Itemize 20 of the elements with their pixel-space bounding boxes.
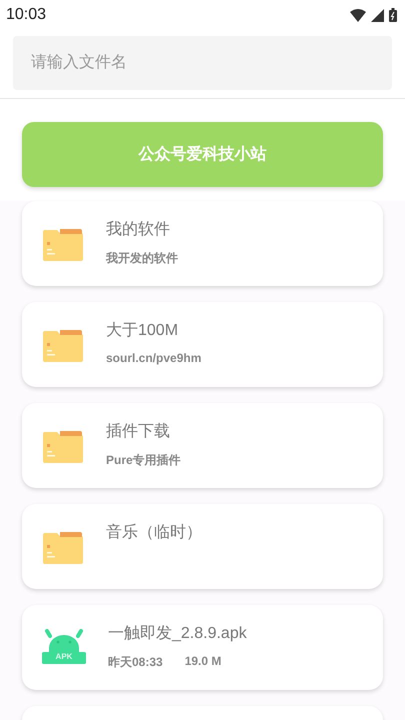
file-subtitle: 我开发的软件 [106, 250, 178, 267]
file-card[interactable]: 我的软件 我开发的软件 [22, 201, 383, 286]
signal-icon [371, 8, 384, 22]
file-card[interactable]: 大于100M sourl.cn/pve9hm [22, 302, 383, 387]
wifi-icon [350, 8, 366, 22]
file-card[interactable]: 插件下载 Pure专用插件 [22, 403, 383, 488]
file-size: 19.0 M [184, 654, 222, 670]
file-name: 大于100M [106, 320, 180, 341]
status-time: 10:03 [6, 6, 46, 24]
battery-icon [389, 8, 397, 22]
file-subtitle: Pure专用插件 [106, 452, 181, 469]
file-card[interactable]: APK 一触即发_2.8.9.apk 昨天08:33 19.0 M [22, 605, 383, 690]
file-name: 我的软件 [106, 220, 171, 240]
file-name: 音乐（临时） [106, 522, 202, 543]
file-name: 一触即发_2.8.9.apk [108, 624, 247, 644]
file-name: 插件下载 [106, 422, 171, 442]
file-date: 昨天08:33 [108, 654, 163, 671]
search-field[interactable]: 请输入文件名 [13, 36, 392, 90]
file-subtitle: sourl.cn/pve9hm [106, 351, 202, 365]
file-card[interactable]: 音乐（临时） [22, 504, 383, 589]
